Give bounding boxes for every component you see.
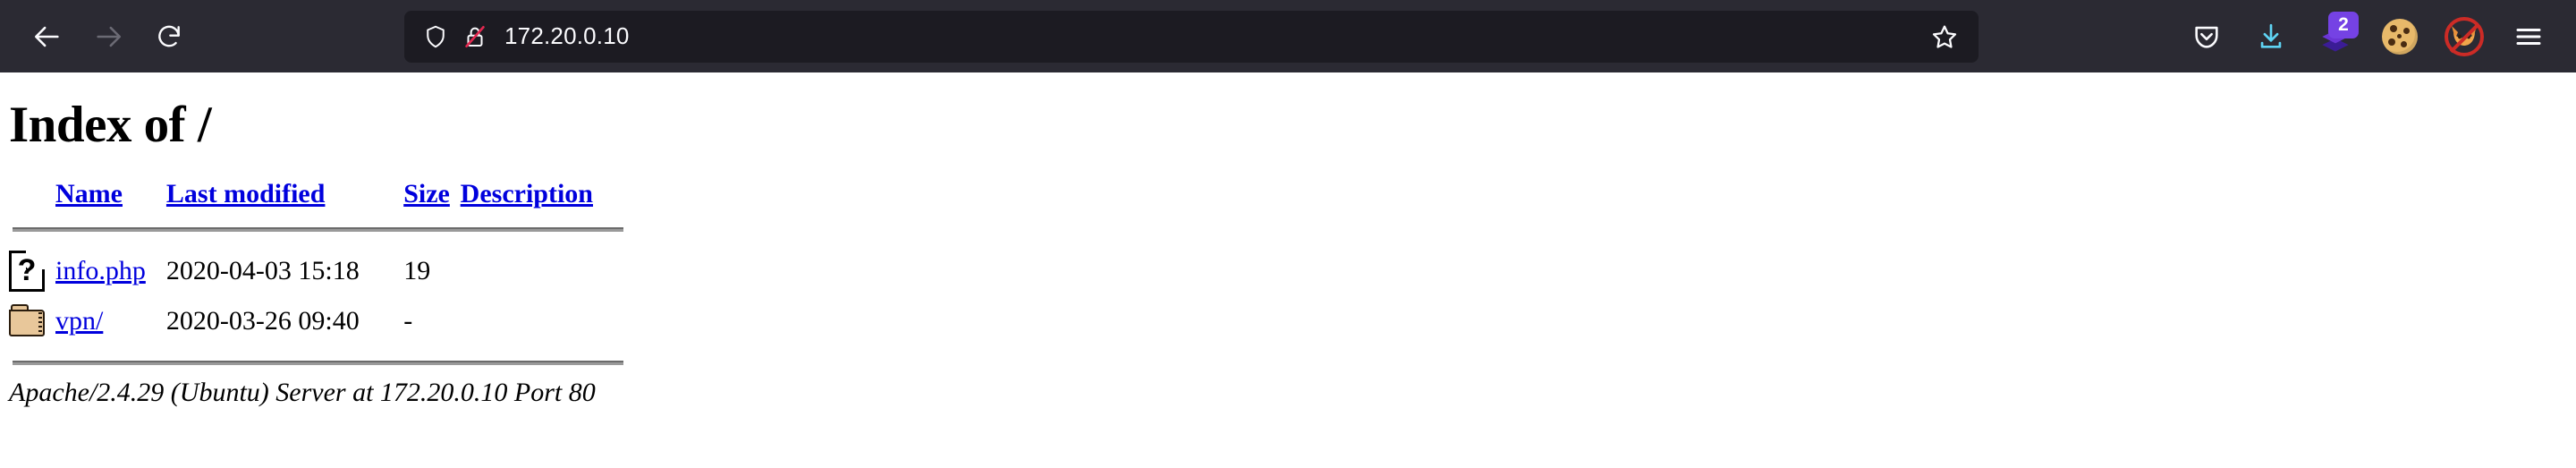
table-row[interactable]: ? info.php 2020-04-03 15:18 19: [9, 246, 623, 296]
horizontal-rule-top: [13, 227, 623, 232]
extension-button[interactable]: 2: [2308, 9, 2363, 64]
browser-toolbar: 172.20.0.10 2: [0, 0, 2576, 72]
no-fox-icon: [2445, 16, 2484, 56]
row-description-cell: [461, 246, 623, 296]
app-menu-icon: [2516, 28, 2541, 45]
row-last-modified-cell: 2020-04-03 15:18: [165, 256, 360, 285]
lock-crossed-out-icon[interactable]: [462, 23, 488, 50]
back-arrow-icon: [34, 26, 59, 47]
footer-divider-cell: [9, 346, 623, 378]
extension-icon-wrapper: 2: [2316, 11, 2359, 56]
no-fox-button[interactable]: [2436, 9, 2492, 64]
cookie-button[interactable]: [2372, 9, 2428, 64]
header-description: Description: [461, 179, 623, 213]
directory-listing-table: Name Last modified Size Description ? in…: [9, 179, 623, 378]
app-menu-button[interactable]: [2501, 9, 2556, 64]
header-divider-cell: [9, 213, 623, 246]
server-signature: Apache/2.4.29 (Ubuntu) Server at 172.20.…: [9, 378, 596, 407]
directory-index-page: Index of / Name Last modified Size Descr…: [0, 96, 2576, 408]
row-icon-cell: ?: [9, 246, 55, 296]
downloads-button[interactable]: [2243, 9, 2299, 64]
pocket-icon: [2195, 26, 2218, 48]
directory-link[interactable]: vpn/: [55, 306, 103, 336]
extension-badge: 2: [2328, 11, 2359, 38]
url-bar[interactable]: 172.20.0.10: [404, 10, 1979, 63]
sort-by-last-modified-link[interactable]: Last modified: [166, 179, 326, 208]
file-link[interactable]: info.php: [55, 256, 146, 285]
reload-icon: [158, 25, 180, 47]
header-divider-row: [9, 213, 623, 246]
cookie-icon: [2382, 18, 2418, 55]
page-title: Index of /: [9, 97, 212, 153]
row-description-cell: [461, 296, 623, 346]
shield-icon[interactable]: [422, 23, 449, 50]
header-name: Name: [55, 179, 166, 213]
forward-arrow-icon: [97, 26, 122, 47]
sort-by-name-link[interactable]: Name: [55, 179, 123, 208]
row-name-cell: vpn/: [55, 296, 166, 346]
sort-by-description-link[interactable]: Description: [461, 179, 593, 208]
folder-icon: [9, 304, 48, 338]
header-size: Size: [403, 179, 460, 213]
url-text[interactable]: 172.20.0.10: [504, 22, 1921, 50]
row-size-cell: 19: [403, 256, 431, 285]
row-icon-cell: [9, 296, 55, 346]
back-button[interactable]: [20, 9, 75, 64]
row-size-cell: -: [403, 306, 413, 336]
reload-button[interactable]: [141, 9, 197, 64]
table-header-row: Name Last modified Size Description: [9, 179, 623, 213]
toolbar-right-icons: 2: [2179, 9, 2556, 64]
downloads-icon: [2260, 23, 2282, 48]
row-name-cell: info.php: [55, 246, 166, 296]
pocket-button[interactable]: [2179, 9, 2234, 64]
row-last-modified-cell: 2020-03-26 09:40: [165, 306, 360, 336]
navigation-buttons: [20, 9, 197, 64]
footer-divider-row: [9, 346, 623, 378]
forward-button[interactable]: [80, 9, 136, 64]
header-last-modified: Last modified: [166, 179, 403, 213]
urlbar-identity-box: [422, 23, 488, 50]
header-icon-cell: [9, 179, 55, 213]
bookmark-button[interactable]: [1921, 13, 1968, 60]
sort-by-size-link[interactable]: Size: [403, 179, 450, 208]
star-outline-icon: [1932, 25, 1957, 48]
unknown-file-icon: ?: [9, 251, 45, 292]
horizontal-rule-bottom: [13, 361, 623, 365]
table-row[interactable]: vpn/ 2020-03-26 09:40 -: [9, 296, 623, 346]
